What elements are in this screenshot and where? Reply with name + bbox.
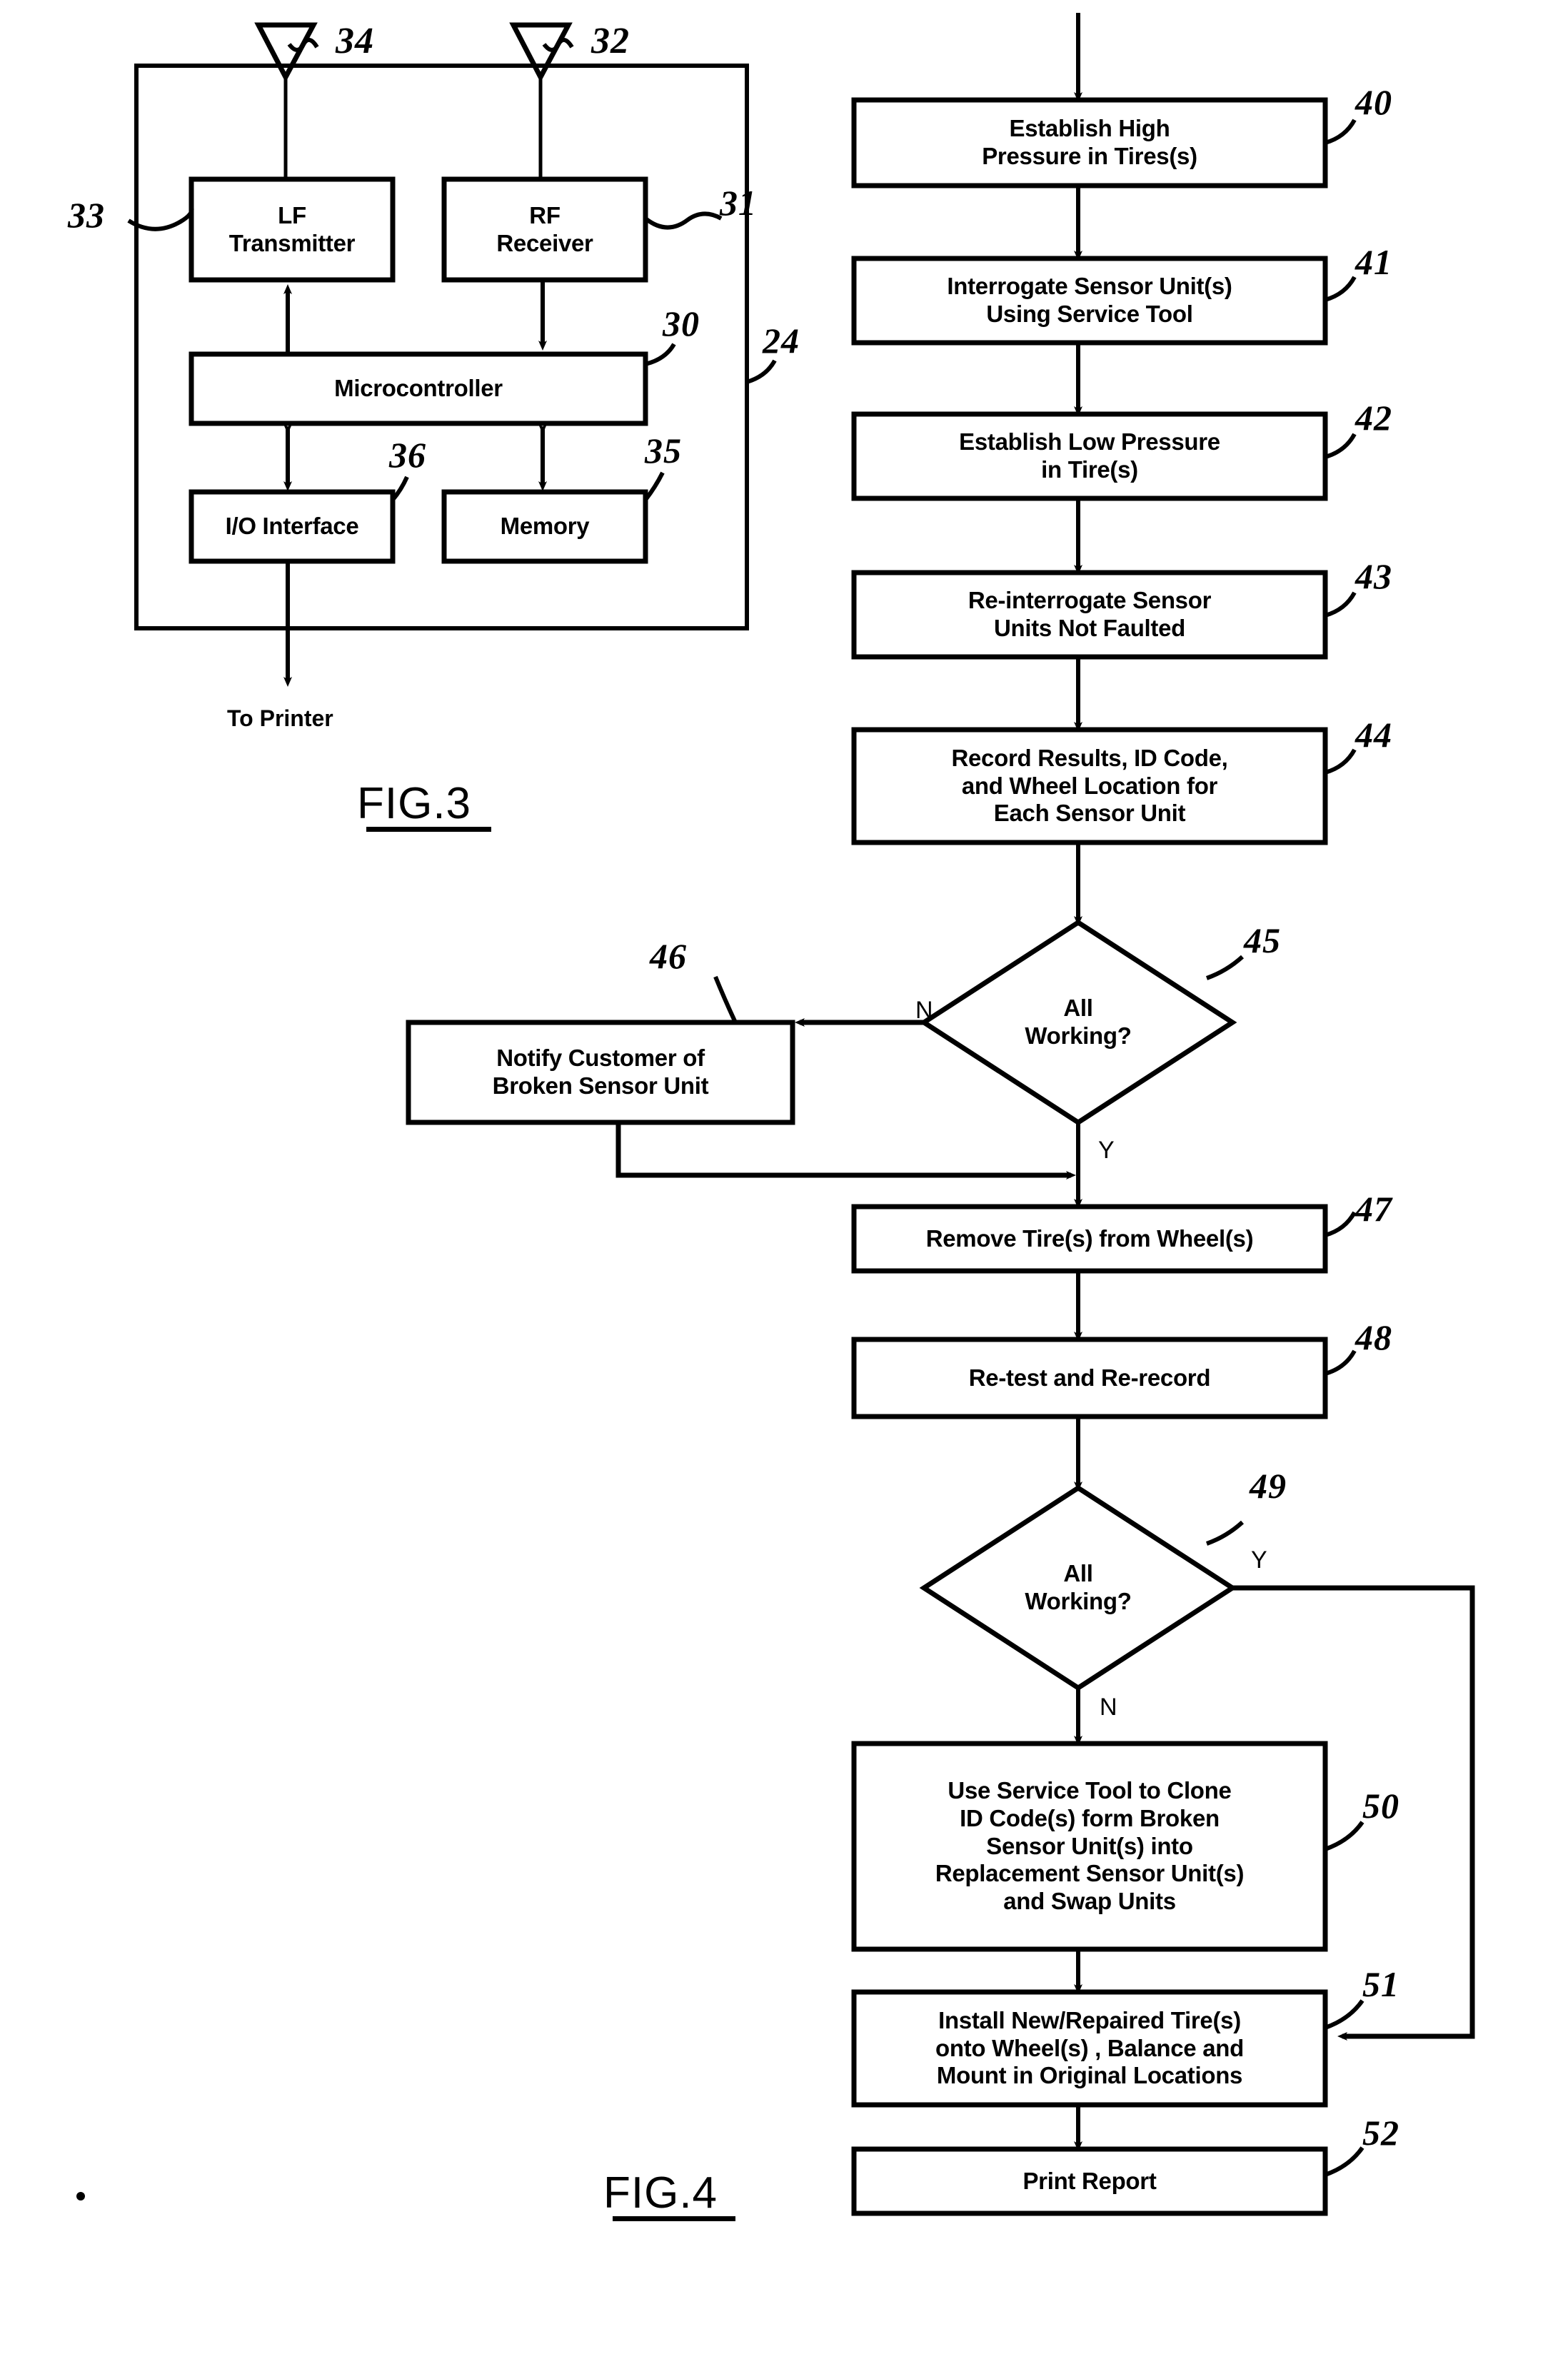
step-box-52: Print Report xyxy=(1022,2167,1157,2194)
step-box-50: Use Service Tool to Clone ID Code(s) for… xyxy=(935,1776,1245,1915)
block-io-interface: I/O Interface xyxy=(225,513,359,540)
ref-numeral-44: 44 xyxy=(1355,715,1392,755)
branch-label-45-yes: Y xyxy=(1098,1137,1115,1164)
step-box-48: Re-test and Re-record xyxy=(968,1364,1211,1391)
ref-numeral-52: 52 xyxy=(1362,2113,1399,2153)
step-box-44: Record Results, ID Code, and Wheel Locat… xyxy=(951,744,1228,827)
ref-numeral-32: 32 xyxy=(591,21,630,61)
ref-numeral-31: 31 xyxy=(720,183,757,223)
ref-numeral-36: 36 xyxy=(389,435,426,475)
ref-numeral-49: 49 xyxy=(1250,1466,1287,1506)
figure-3-caption: FIG.3 xyxy=(357,779,472,828)
branch-label-49-no: N xyxy=(1100,1694,1117,1721)
ref-numeral-41: 41 xyxy=(1355,242,1392,282)
ref-numeral-47: 47 xyxy=(1355,1189,1392,1229)
step-box-51: Install New/Repaired Tire(s) onto Wheel(… xyxy=(935,2006,1244,2089)
step-box-40: Establish High Pressure in Tires(s) xyxy=(982,115,1197,169)
ref-numeral-33: 33 xyxy=(68,195,105,235)
ref-numeral-45: 45 xyxy=(1244,920,1281,960)
ref-numeral-24: 24 xyxy=(763,321,800,361)
ref-numeral-34: 34 xyxy=(336,21,374,61)
ref-numeral-48: 48 xyxy=(1355,1317,1392,1357)
to-printer-label: To Printer xyxy=(227,705,333,731)
step-box-42: Establish Low Pressure in Tire(s) xyxy=(959,428,1220,483)
ref-numeral-50: 50 xyxy=(1362,1786,1399,1826)
block-rf-receiver: RF Receiver xyxy=(496,201,593,256)
ref-numeral-30: 30 xyxy=(663,303,700,343)
decision-diamond-49: All Working? xyxy=(1025,1560,1132,1614)
step-box-46: Notify Customer of Broken Sensor Unit xyxy=(492,1045,709,1099)
step-box-43: Re-interrogate Sensor Units Not Faulted xyxy=(968,587,1212,641)
ref-numeral-40: 40 xyxy=(1355,82,1392,122)
ref-numeral-42: 42 xyxy=(1355,398,1392,438)
patent-drawing-page: LF Transmitter RF Receiver Microcontroll… xyxy=(0,0,1568,2379)
step-box-47: Remove Tire(s) from Wheel(s) xyxy=(925,1224,1254,1252)
block-memory: Memory xyxy=(500,513,590,540)
block-lf-transmitter: LF Transmitter xyxy=(228,201,356,256)
figure-4-caption: FIG.4 xyxy=(603,2168,718,2218)
decision-diamond-45: All Working? xyxy=(1025,995,1132,1049)
ref-numeral-43: 43 xyxy=(1355,556,1392,596)
branch-label-49-yes: Y xyxy=(1251,1546,1267,1574)
branch-label-45-no: N xyxy=(915,997,933,1024)
ref-numeral-46: 46 xyxy=(650,936,687,976)
ref-numeral-51: 51 xyxy=(1362,1964,1399,2004)
step-box-41: Interrogate Sensor Unit(s) Using Service… xyxy=(947,273,1232,327)
ref-numeral-35: 35 xyxy=(645,431,682,471)
block-microcontroller: Microcontroller xyxy=(334,375,503,402)
